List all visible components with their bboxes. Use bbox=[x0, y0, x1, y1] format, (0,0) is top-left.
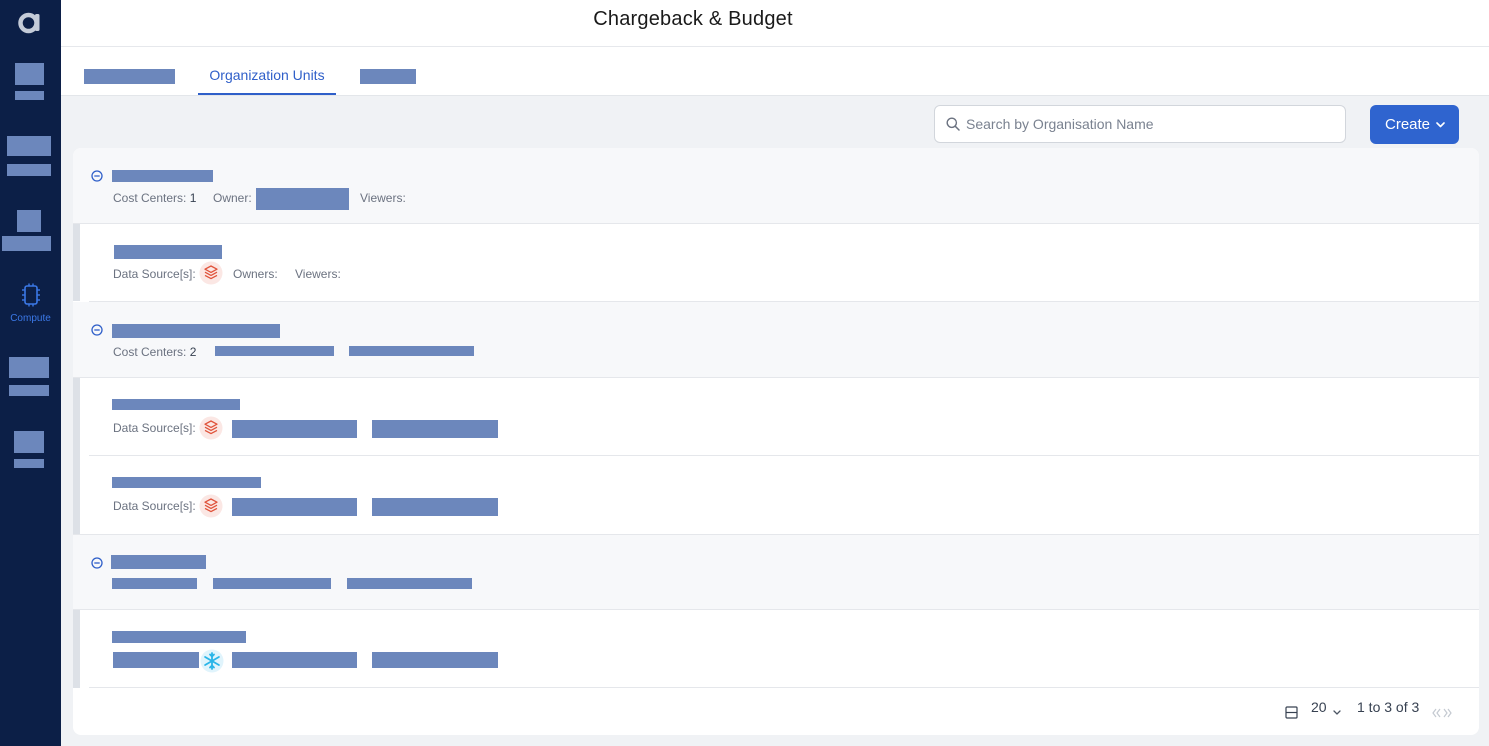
tree-indent-bar bbox=[73, 456, 80, 534]
cost-centers-value: 1 bbox=[189, 191, 197, 205]
owners-value bbox=[232, 652, 357, 668]
chevron-down-icon bbox=[1436, 122, 1445, 128]
sidebar-item-6-icon bbox=[14, 431, 44, 453]
chip-icon bbox=[21, 283, 40, 307]
org-tree-panel: Cost Centers: 1 Owner: Viewers: Data Sou… bbox=[73, 148, 1479, 735]
cost-center-row[interactable] bbox=[73, 610, 1479, 688]
cost-centers-label: Cost Centers: bbox=[113, 345, 187, 359]
data-sources-label: Data Source[s]: bbox=[113, 421, 196, 435]
sidebar-item-5[interactable] bbox=[0, 357, 61, 397]
snowflake-icon bbox=[200, 649, 224, 673]
cost-center-name bbox=[112, 477, 261, 488]
databricks-icon bbox=[199, 261, 223, 285]
sidebar: Compute bbox=[0, 0, 61, 746]
cost-center-name bbox=[112, 631, 246, 643]
cost-center-row[interactable]: Data Source[s]: Owners: Viewers: bbox=[73, 224, 1479, 302]
sidebar-item-2-label bbox=[7, 164, 51, 176]
page-size-value: 20 bbox=[1311, 699, 1327, 715]
sidebar-item-3-icon bbox=[17, 210, 41, 232]
cost-centers-label: Cost Centers: bbox=[113, 191, 187, 205]
row-divider bbox=[89, 687, 1479, 688]
viewers-value bbox=[372, 420, 498, 438]
sidebar-item-1-label bbox=[15, 91, 44, 100]
cost-centers-value: 2 bbox=[189, 345, 197, 359]
sidebar-item-3[interactable] bbox=[0, 210, 61, 252]
tab-3[interactable] bbox=[360, 69, 416, 84]
tab-bar: Organization Units bbox=[61, 47, 1489, 96]
tree-indent-bar bbox=[73, 610, 80, 688]
viewers-value bbox=[349, 346, 474, 356]
sidebar-item-2[interactable] bbox=[0, 136, 61, 176]
viewers-value bbox=[372, 652, 498, 668]
org-row[interactable] bbox=[73, 534, 1479, 610]
pagination-range: 1 to 3 of 3 bbox=[1357, 699, 1420, 715]
owner-value bbox=[256, 188, 349, 210]
cost-center-name bbox=[114, 245, 222, 259]
cost-centers-count: Cost Centers: 1 bbox=[113, 191, 196, 205]
data-sources-label: Data Source[s]: bbox=[113, 499, 196, 513]
tab-organization-units[interactable]: Organization Units bbox=[198, 47, 336, 95]
page-size-select[interactable]: 20 bbox=[1311, 699, 1327, 715]
tab-1[interactable] bbox=[84, 69, 175, 84]
app-logo-icon[interactable] bbox=[17, 9, 43, 35]
databricks-icon bbox=[199, 494, 223, 518]
owners-value bbox=[232, 420, 357, 438]
owner-label: Owner: bbox=[213, 191, 252, 205]
sidebar-item-2-icon bbox=[7, 136, 51, 156]
collapse-icon[interactable] bbox=[91, 170, 103, 182]
org-name bbox=[111, 555, 206, 569]
cost-center-row[interactable]: Data Source[s]: bbox=[73, 456, 1479, 534]
sidebar-item-6-label bbox=[14, 459, 44, 468]
sidebar-item-6[interactable] bbox=[0, 431, 61, 469]
chevron-down-icon bbox=[1333, 710, 1341, 715]
search-input[interactable] bbox=[966, 107, 1336, 141]
sidebar-item-compute[interactable]: Compute bbox=[0, 283, 61, 324]
org-name bbox=[112, 324, 280, 338]
viewers-value bbox=[347, 578, 472, 589]
data-sources-label bbox=[113, 652, 199, 668]
collapse-icon[interactable] bbox=[91, 324, 103, 336]
viewers-label: Viewers: bbox=[295, 267, 341, 281]
rows-per-page-icon bbox=[1285, 706, 1298, 719]
tree-indent-bar bbox=[73, 378, 80, 456]
cost-center-name bbox=[112, 399, 240, 410]
create-button-label: Create bbox=[1385, 116, 1431, 133]
create-button[interactable]: Create bbox=[1370, 105, 1459, 144]
org-name bbox=[112, 170, 213, 182]
sidebar-item-1[interactable] bbox=[0, 63, 61, 100]
owner-value bbox=[213, 578, 331, 589]
next-page-icon[interactable] bbox=[1443, 707, 1453, 719]
cost-centers-count: Cost Centers: 2 bbox=[113, 345, 196, 359]
sidebar-item-compute-label: Compute bbox=[10, 313, 51, 324]
tree-indent-bar bbox=[73, 224, 80, 301]
owner-value bbox=[215, 346, 334, 356]
sidebar-item-5-icon bbox=[9, 357, 49, 378]
page-header: Chargeback & Budget bbox=[61, 0, 1489, 47]
cost-center-row[interactable]: Data Source[s]: bbox=[73, 378, 1479, 456]
owners-value bbox=[232, 498, 357, 516]
owners-label: Owners: bbox=[233, 267, 278, 281]
collapse-icon[interactable] bbox=[91, 557, 103, 569]
page-title: Chargeback & Budget bbox=[593, 8, 793, 30]
search-icon bbox=[946, 117, 960, 131]
sidebar-item-1-icon bbox=[15, 63, 44, 85]
databricks-icon bbox=[199, 416, 223, 440]
viewers-value bbox=[372, 498, 498, 516]
org-row[interactable]: Cost Centers: 1 Owner: Viewers: bbox=[73, 148, 1479, 224]
search-box[interactable] bbox=[934, 105, 1346, 143]
data-sources-label: Data Source[s]: bbox=[113, 267, 196, 281]
sidebar-item-3-label bbox=[2, 236, 51, 251]
cost-centers-value bbox=[112, 578, 197, 589]
viewers-label: Viewers: bbox=[360, 191, 406, 205]
org-row[interactable]: Cost Centers: 2 bbox=[73, 302, 1479, 378]
sidebar-item-5-label bbox=[9, 385, 49, 396]
prev-page-icon[interactable] bbox=[1431, 707, 1441, 719]
